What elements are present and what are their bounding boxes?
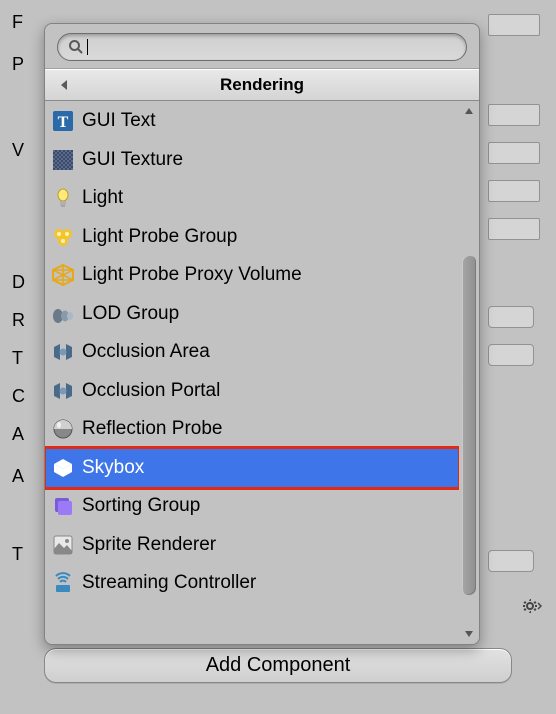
occlusion-portal-icon	[49, 377, 77, 405]
component-item-light-probe-proxy[interactable]: Light Probe Proxy Volume	[45, 256, 459, 295]
bg-input[interactable]	[488, 14, 540, 36]
component-item-label: Light Probe Group	[82, 226, 237, 248]
light-probe-group-icon	[49, 223, 77, 251]
component-item-sprite-renderer[interactable]: Sprite Renderer	[45, 526, 459, 565]
component-item-gui-texture[interactable]: GUI Texture	[45, 141, 459, 180]
component-item-label: Sorting Group	[82, 495, 200, 517]
bg-label: F	[12, 12, 23, 33]
reflection-probe-icon	[49, 415, 77, 443]
bg-label: A	[12, 466, 24, 487]
component-item-label: Occlusion Portal	[82, 380, 220, 402]
bg-input[interactable]	[488, 142, 540, 164]
component-list: T GUI Text GUI Texture Light Light Probe Gro…	[45, 101, 459, 644]
bg-label: V	[12, 140, 24, 161]
component-item-label: GUI Text	[82, 110, 156, 132]
component-item-label: LOD Group	[82, 303, 179, 325]
component-item-label: Light Probe Proxy Volume	[82, 264, 302, 286]
sprite-renderer-icon	[49, 531, 77, 559]
search-input[interactable]	[94, 38, 456, 56]
component-item-occlusion-portal[interactable]: Occlusion Portal	[45, 372, 459, 411]
component-item-label: Light	[82, 187, 123, 209]
scroll-down-button[interactable]	[461, 626, 477, 642]
bg-input[interactable]	[488, 104, 540, 126]
component-item-label: Streaming Controller	[82, 572, 256, 594]
component-search-popover: Rendering T GUI Text GUI Texture Light Light…	[44, 23, 480, 645]
search-field[interactable]	[57, 33, 467, 61]
component-item-occlusion-area[interactable]: Occlusion Area	[45, 333, 459, 372]
component-item-label: Reflection Probe	[82, 418, 222, 440]
text-caret	[87, 39, 88, 55]
lod-group-icon	[49, 300, 77, 328]
bg-label: T	[12, 348, 23, 369]
chevron-left-icon	[58, 79, 70, 91]
bg-object-field[interactable]	[488, 344, 534, 366]
gui-texture-icon	[49, 146, 77, 174]
svg-text:T: T	[58, 114, 69, 131]
component-item-gui-text[interactable]: T GUI Text	[45, 102, 459, 141]
bg-label: T	[12, 544, 23, 565]
streaming-controller-icon	[49, 569, 77, 597]
bg-label: R	[12, 310, 25, 331]
scroll-thumb[interactable]	[462, 255, 476, 595]
bg-label: A	[12, 424, 24, 445]
component-item-sorting-group[interactable]: Sorting Group	[45, 487, 459, 526]
add-component-button[interactable]: Add Component	[44, 648, 512, 683]
category-header: Rendering	[45, 68, 479, 101]
component-item-label: Skybox	[82, 457, 144, 479]
bg-label: D	[12, 272, 25, 293]
sorting-group-icon	[49, 492, 77, 520]
scroll-up-button[interactable]	[461, 103, 477, 119]
component-item-label: Occlusion Area	[82, 341, 210, 363]
back-button[interactable]	[53, 69, 75, 100]
component-item-reflection-probe[interactable]: Reflection Probe	[45, 410, 459, 449]
component-item-label: GUI Texture	[82, 149, 183, 171]
component-item-light[interactable]: Light	[45, 179, 459, 218]
scrollbar[interactable]	[459, 101, 479, 644]
bg-input[interactable]	[488, 218, 540, 240]
bg-label: C	[12, 386, 25, 407]
bg-dropdown[interactable]	[488, 306, 534, 328]
gui-text-icon: T	[49, 107, 77, 135]
component-item-label: Sprite Renderer	[82, 534, 216, 556]
component-item-lod-group[interactable]: LOD Group	[45, 295, 459, 334]
bg-input[interactable]	[488, 180, 540, 202]
gear-icon[interactable]	[520, 598, 542, 618]
category-title: Rendering	[220, 75, 304, 95]
light-icon	[49, 184, 77, 212]
component-item-streaming-controller[interactable]: Streaming Controller	[45, 564, 459, 603]
bg-dropdown[interactable]	[488, 550, 534, 572]
bg-label: P	[12, 54, 24, 75]
skybox-icon	[49, 454, 77, 482]
component-item-skybox[interactable]: Skybox	[45, 449, 459, 488]
light-probe-proxy-icon	[49, 261, 77, 289]
component-item-light-probe-group[interactable]: Light Probe Group	[45, 218, 459, 257]
search-icon	[68, 39, 84, 55]
occlusion-area-icon	[49, 338, 77, 366]
